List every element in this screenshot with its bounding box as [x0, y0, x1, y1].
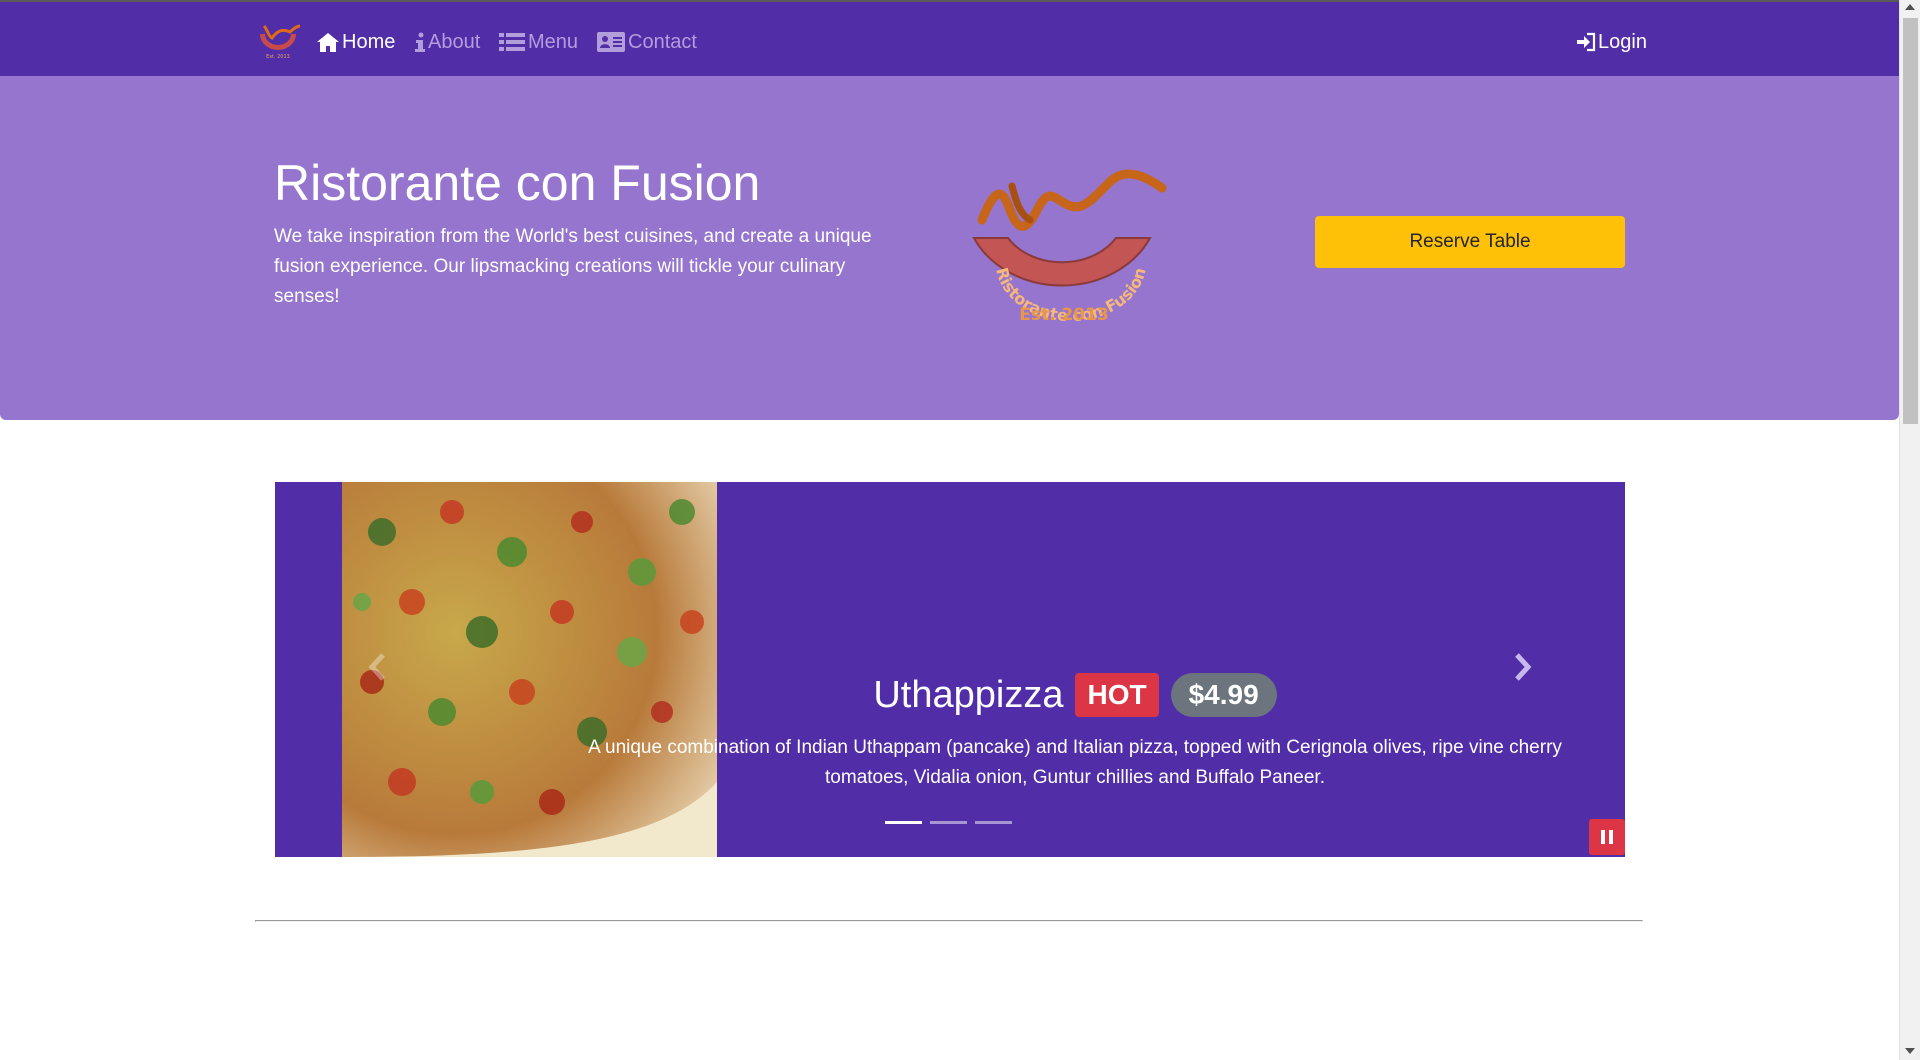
dish-description: A unique combination of Indian Uthappam …	[588, 737, 1562, 788]
home-icon	[317, 33, 339, 52]
info-icon	[415, 32, 425, 52]
list-icon	[499, 33, 525, 51]
login-label: Login	[1598, 30, 1647, 53]
nav-menu[interactable]: Menu	[498, 26, 578, 58]
pause-icon	[1601, 830, 1613, 844]
restaurant-logo: Ristorante con Fusion Est. 2013	[972, 169, 1167, 325]
sign-in-icon	[1577, 32, 1596, 52]
scroll-up-arrow-icon[interactable]	[1905, 4, 1915, 10]
dish-name: Uthappizza	[873, 673, 1064, 716]
nav-contact-label: Contact	[628, 30, 697, 53]
carousel-indicators	[885, 821, 1012, 824]
indicator-3[interactable]	[975, 821, 1012, 824]
caption-title: Uthappizza HOT $4.99	[545, 669, 1605, 721]
indicator-2[interactable]	[930, 821, 967, 824]
svg-text:Est. 2013: Est. 2013	[266, 54, 290, 60]
navbar: Est. 2013 Home About Menu Contact Login	[0, 2, 1899, 76]
nav-contact[interactable]: Contact	[596, 26, 697, 58]
price-badge: $4.99	[1170, 673, 1277, 717]
nav-about-label: About	[428, 30, 481, 53]
nav-about[interactable]: About	[414, 26, 480, 58]
hot-badge: HOT	[1075, 673, 1159, 717]
scrollbar-thumb[interactable]	[1903, 18, 1918, 424]
slide-caption: Uthappizza HOT $4.99 A unique combinatio…	[545, 669, 1605, 793]
section-divider	[255, 920, 1643, 922]
carousel-next-icon[interactable]	[1513, 652, 1533, 682]
nav-home-label: Home	[342, 30, 396, 53]
reserve-table-button[interactable]: Reserve Table	[1315, 216, 1625, 268]
carousel-pause-button[interactable]	[1589, 819, 1625, 855]
jumbotron: Ristorante con Fusion We take inspiratio…	[0, 76, 1899, 420]
logo-est-text: Est. 2013	[1019, 305, 1109, 325]
hero-title: Ristorante con Fusion	[274, 155, 761, 211]
page-scrollbar[interactable]	[1899, 0, 1920, 1060]
login-link[interactable]: Login	[1576, 26, 1647, 58]
carousel-prev-icon[interactable]	[367, 652, 387, 682]
brand-logo[interactable]: Est. 2013	[254, 20, 302, 60]
scroll-down-arrow-icon[interactable]	[1905, 1048, 1915, 1054]
indicator-1[interactable]	[885, 821, 922, 824]
carousel: Uthappizza HOT $4.99 A unique combinatio…	[275, 482, 1625, 857]
hero-description: We take inspiration from the World's bes…	[274, 226, 872, 307]
nav-menu-label: Menu	[528, 30, 579, 53]
nav-home[interactable]: Home	[316, 26, 395, 58]
address-card-icon	[597, 32, 625, 52]
